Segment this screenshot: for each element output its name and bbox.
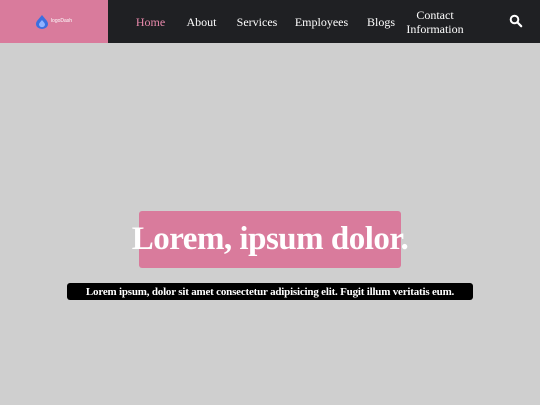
- nav-item-home[interactable]: Home: [136, 0, 165, 43]
- hero-title-banner: Lorem, ipsum dolor.: [132, 211, 409, 268]
- navbar: logoDash Home About Services Employees B…: [0, 0, 540, 43]
- hero-title: Lorem, ipsum dolor.: [131, 221, 409, 257]
- hero-subtitle: Lorem ipsum, dolor sit amet consectetur …: [85, 285, 455, 298]
- logo-container[interactable]: logoDash: [0, 0, 108, 43]
- logo-text: logoDash: [50, 18, 73, 24]
- nav-links: Home About Services Employees Blogs Cont…: [108, 0, 540, 43]
- nav-item-services[interactable]: Services: [237, 0, 278, 43]
- nav-item-about[interactable]: About: [187, 0, 217, 43]
- search-icon[interactable]: [509, 14, 523, 28]
- logo-icon: [35, 14, 48, 29]
- hero-subtitle-banner: Lorem ipsum, dolor sit amet consectetur …: [67, 283, 473, 300]
- nav-item-blogs[interactable]: Blogs: [367, 0, 395, 43]
- nav-item-employees[interactable]: Employees: [295, 0, 348, 43]
- nav-item-contact[interactable]: Contact Information: [404, 0, 466, 43]
- logo[interactable]: logoDash: [35, 14, 73, 29]
